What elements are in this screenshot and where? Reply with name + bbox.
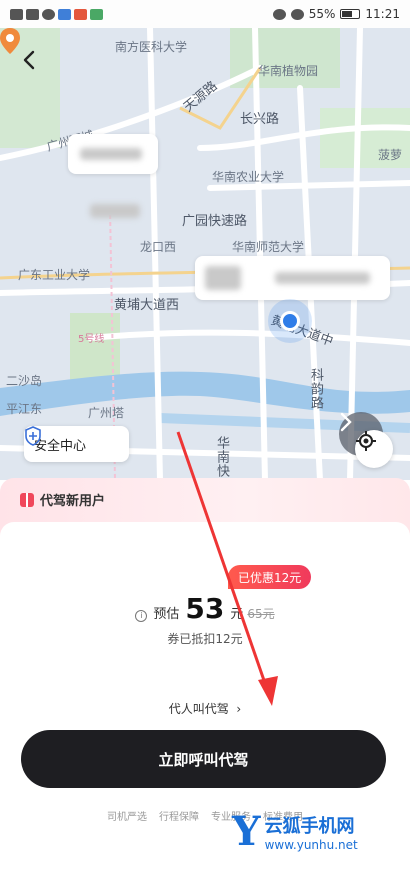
blurred-destination	[275, 272, 370, 284]
battery-icon	[340, 9, 361, 19]
locate-button[interactable]	[355, 430, 393, 468]
status-icons-right: 55% 11:21	[272, 7, 400, 21]
map-label: 华南农业大学	[212, 170, 285, 184]
shield-icon	[25, 426, 41, 446]
message-icon	[90, 8, 103, 20]
safety-center-button[interactable]: 安全中心	[24, 426, 129, 462]
watermark: Y 云狐手机网 www.yunhu.net	[232, 808, 358, 855]
status-bar: 55% 11:21	[0, 0, 410, 28]
map-label: 华南师范大学	[232, 240, 305, 254]
discount-badge: 已优惠12元	[228, 565, 312, 589]
map-label: 菠萝	[378, 148, 403, 162]
watermark-logo: Y	[232, 808, 261, 855]
location-pin-icon	[0, 28, 20, 54]
map-label: 长兴路	[240, 112, 280, 127]
back-arrow-icon	[23, 50, 35, 70]
order-card: 已优惠12元 i 预估 53 元 65元 券已抵扣12元 代人叫代驾 › 立即呼…	[0, 522, 410, 874]
locate-icon	[356, 431, 376, 451]
feature-item: 行程保障	[159, 812, 199, 823]
map-label: 华南快	[214, 436, 229, 478]
map-label: 二沙岛	[6, 374, 43, 388]
blurred-label	[90, 204, 140, 218]
price-estimate[interactable]: i 预估 53 元 65元	[0, 592, 410, 625]
map-label: 科韵路	[308, 368, 323, 410]
start-location-bubble[interactable]	[68, 134, 158, 174]
app-notification-icon-2	[74, 8, 87, 20]
wifi-icon	[42, 8, 55, 20]
watermark-text: 云狐手机网 www.yunhu.net	[265, 812, 358, 852]
chevron-right-icon: ›	[232, 702, 242, 716]
watermark-brand: 云狐手机网	[264, 816, 355, 837]
eye-icon	[272, 8, 286, 20]
map-view[interactable]: 南方医科大学 华南植物园 天源路 长兴路 华南农业大学 广园快速路 龙口西 华南…	[0, 28, 410, 480]
battery-percent: 55%	[308, 7, 336, 21]
destination-bubble[interactable]	[195, 256, 390, 300]
location-service-icon	[290, 8, 304, 20]
status-icons-left	[10, 8, 103, 20]
watermark-url: www.yunhu.net	[264, 838, 358, 852]
map-label: 黄埔大道西	[114, 298, 180, 313]
feature-item: 司机严选	[107, 812, 147, 823]
map-label: 广园快速路	[182, 214, 248, 229]
price-unit: 元	[230, 607, 244, 622]
map-label: 广东工业大学	[18, 268, 91, 282]
proxy-call-link[interactable]: 代人叫代驾 ›	[0, 700, 410, 717]
new-user-tag: 代驾新用户	[20, 490, 105, 509]
clock: 11:21	[365, 7, 400, 21]
map-label: 5号线	[78, 334, 105, 345]
price-value: 53	[185, 592, 225, 625]
signal-icon	[10, 8, 23, 20]
proxy-call-label: 代人叫代驾	[168, 702, 229, 716]
app-notification-icon	[58, 8, 71, 20]
call-driver-button[interactable]: 立即呼叫代驾	[21, 730, 386, 788]
blurred-address	[80, 148, 142, 160]
map-label: 南方医科大学	[115, 40, 188, 54]
coupon-deduction: 券已抵扣12元	[167, 632, 243, 646]
original-price: 65元	[247, 607, 275, 621]
estimate-label: 预估	[153, 607, 180, 622]
map-label: 龙口西	[140, 240, 177, 254]
chevron-right-icon	[340, 412, 352, 432]
blurred-eta	[205, 266, 241, 290]
info-icon[interactable]: i	[135, 609, 148, 622]
map-label: 华南植物园	[258, 64, 319, 78]
current-location-dot	[280, 311, 300, 331]
back-button[interactable]	[22, 50, 48, 76]
gift-icon	[20, 492, 34, 507]
signal-icon-2	[26, 8, 39, 20]
new-user-label: 代驾新用户	[40, 494, 106, 509]
map-label: 广州塔	[88, 406, 125, 420]
map-label: 平江东	[6, 402, 43, 416]
